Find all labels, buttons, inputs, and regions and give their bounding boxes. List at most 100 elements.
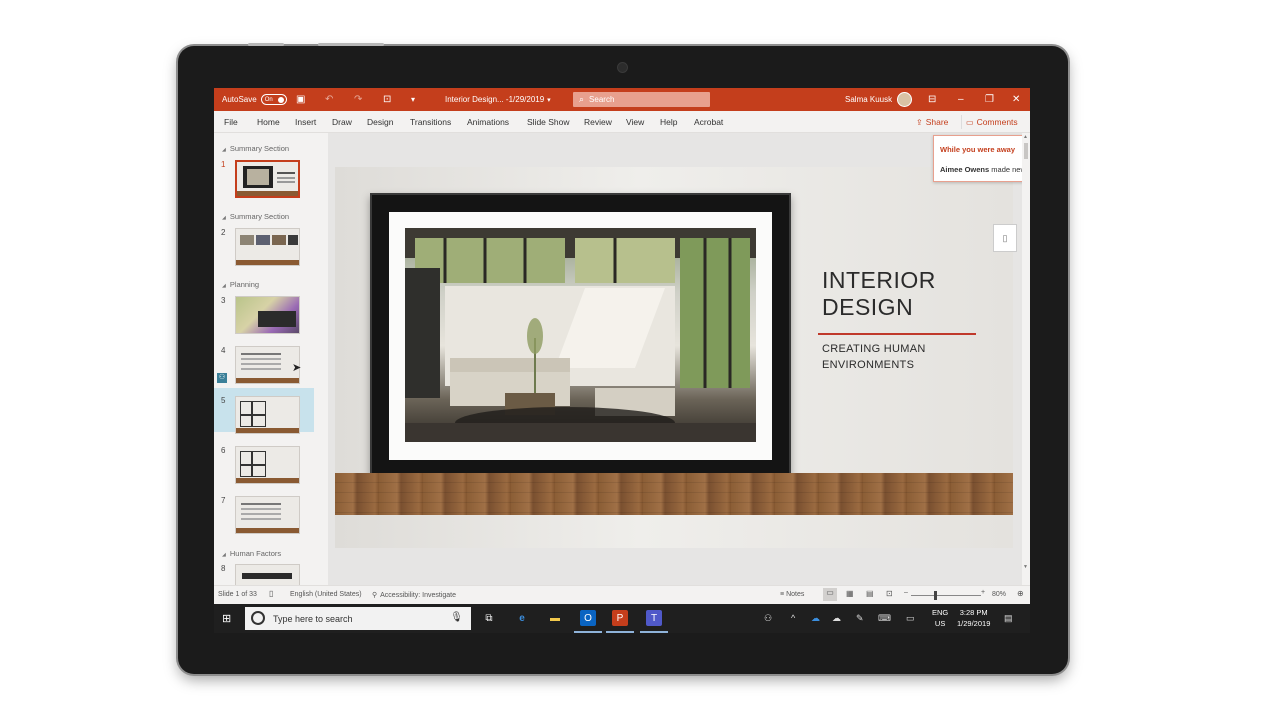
scroll-thumb[interactable] [1024, 143, 1028, 159]
reading-view-icon[interactable]: ▤ [866, 589, 874, 598]
slide-thumbnail-8[interactable] [235, 564, 300, 585]
input-language[interactable]: ENG US [932, 607, 948, 629]
section-header[interactable]: Summary Section [222, 212, 289, 221]
tab-slide-show[interactable]: Slide Show [527, 117, 570, 127]
slide-show-icon[interactable]: ⊡ [886, 589, 893, 598]
restore-icon[interactable]: ❐ [985, 88, 994, 111]
edge-browser-icon[interactable]: e [514, 610, 530, 626]
thumb-title-block [258, 311, 296, 327]
notes-label: Notes [786, 591, 805, 598]
ribbon-display-icon[interactable]: ⊟ [928, 88, 936, 111]
present-icon[interactable]: ⊡ [383, 88, 391, 111]
picture-frame[interactable] [370, 193, 791, 479]
title-underline [818, 333, 976, 335]
document-title[interactable]: Interior Design... -1/29/2019 ▾ [445, 88, 551, 111]
user-name[interactable]: Salma Kuusk [845, 88, 892, 111]
customize-toolbar-icon[interactable]: ▾ [411, 88, 415, 111]
language-status[interactable]: English (United States) [290, 591, 362, 598]
input-language-code: ENG [932, 608, 949, 617]
minimize-icon[interactable]: – [958, 88, 964, 111]
scroll-up-icon[interactable]: ▲ [1023, 134, 1028, 140]
slide-thumbnail-pane[interactable]: Summary Section 1 Summary Section 2 Plan… [214, 133, 328, 585]
tab-help[interactable]: Help [660, 117, 677, 127]
powerpoint-icon[interactable]: P [606, 610, 634, 633]
slide-thumbnail-5[interactable] [235, 396, 300, 434]
slide-thumbnail-6[interactable] [235, 446, 300, 484]
onedrive-icon[interactable]: ☁ [811, 613, 820, 624]
autosave-toggle[interactable]: On [260, 94, 287, 105]
zoom-slider[interactable] [911, 595, 981, 596]
zoom-out-icon[interactable]: – [904, 589, 908, 596]
normal-view-icon[interactable]: ▭ [823, 588, 837, 601]
tab-transitions[interactable]: Transitions [410, 117, 451, 127]
slide-title[interactable]: INTERIOR DESIGN [822, 267, 936, 321]
tab-draw[interactable]: Draw [332, 117, 352, 127]
search-placeholder: Search [589, 95, 615, 104]
tab-home[interactable]: Home [257, 117, 280, 127]
input-language-region: US [934, 619, 946, 628]
microphone-icon[interactable]: 🎙 [450, 612, 463, 623]
system-clock[interactable]: 3:28 PM 1/29/2019 [957, 607, 990, 629]
autosave-control[interactable]: AutoSave On [222, 88, 287, 111]
tab-design[interactable]: Design [367, 117, 393, 127]
zoom-percent[interactable]: 80% [992, 591, 1006, 598]
accessibility-status[interactable]: ⚲ Accessibility: Investigate [372, 591, 456, 599]
save-icon[interactable]: ▣ [296, 88, 305, 111]
share-label: Share [925, 117, 949, 127]
show-hidden-icons-icon[interactable]: ^ [791, 613, 795, 623]
zoom-slider-thumb[interactable] [934, 591, 938, 600]
notes-button[interactable]: ≡ Notes [780, 591, 804, 598]
teams-icon[interactable]: T [640, 610, 668, 633]
slide-count[interactable]: Slide 1 of 33 [218, 591, 257, 598]
section-header[interactable]: Human Factors [222, 549, 281, 558]
people-icon[interactable]: ⚇ [764, 613, 772, 624]
tab-view[interactable]: View [626, 117, 644, 127]
onedrive-personal-icon[interactable]: ☁ [832, 613, 841, 624]
action-center-icon[interactable]: ▤ [1004, 613, 1013, 624]
slide-editing-canvas[interactable]: INTERIOR DESIGN CREATING HUMAN ENVIRONME… [328, 133, 1030, 585]
tab-insert[interactable]: Insert [295, 117, 316, 127]
taskbar-search-box[interactable]: Type here to search 🎙 [245, 607, 471, 630]
pen-icon[interactable]: ✎ [856, 613, 864, 624]
share-button[interactable]: ⇪ Share [913, 115, 951, 129]
display-icon[interactable]: ▭ [906, 613, 915, 624]
slide-subtitle[interactable]: CREATING HUMAN ENVIRONMENTS [822, 341, 926, 373]
touch-keyboard-icon[interactable]: ⌨ [878, 613, 891, 624]
windows-start-icon[interactable]: ⊞ [222, 612, 231, 625]
zoom-in-icon[interactable]: + [981, 589, 985, 596]
title-dropdown-icon: ▾ [547, 96, 551, 104]
close-icon[interactable]: ✕ [1012, 88, 1020, 111]
undo-icon[interactable]: ↶ [325, 88, 333, 111]
slide-thumbnail-4[interactable] [235, 346, 300, 384]
search-box[interactable]: ⌕ Search [573, 92, 710, 107]
outlook-icon[interactable]: O [574, 610, 602, 633]
slide-thumbnail-1[interactable] [235, 160, 300, 198]
current-slide[interactable]: INTERIOR DESIGN CREATING HUMAN ENVIRONME… [335, 167, 1013, 548]
tab-acrobat[interactable]: Acrobat [694, 117, 723, 127]
tab-file[interactable]: File [224, 117, 238, 127]
slide-number: 4 [221, 346, 226, 355]
thumb-floorplan [240, 401, 266, 427]
fit-to-window-icon[interactable]: ⊕ [1017, 589, 1024, 598]
redo-icon[interactable]: ↷ [354, 88, 362, 111]
tab-animations[interactable]: Animations [467, 117, 509, 127]
slide-thumbnail-3[interactable] [235, 296, 300, 334]
thumb-floor [236, 528, 299, 533]
slide-thumbnail-2[interactable] [235, 228, 300, 266]
user-account[interactable] [897, 88, 912, 111]
section-header[interactable]: Summary Section [222, 144, 289, 153]
scroll-down-icon[interactable]: ▼ [1023, 564, 1028, 570]
comments-button[interactable]: ▭ Comments [961, 115, 1021, 129]
design-ideas-icon[interactable]: ▯ [993, 224, 1017, 252]
while-you-were-away-notification[interactable]: While you were away ✕ Aimee Owens made n… [933, 135, 1030, 182]
slide-sorter-icon[interactable]: ▦ [846, 589, 854, 598]
cortana-icon [251, 611, 265, 625]
vertical-scrollbar[interactable]: ▲ ▼ [1022, 133, 1030, 585]
file-explorer-icon[interactable]: ▬ [547, 610, 563, 626]
section-header[interactable]: Planning [222, 280, 259, 289]
slide-thumbnail-7[interactable] [235, 496, 300, 534]
tab-review[interactable]: Review [584, 117, 612, 127]
taskbar-search-placeholder: Type here to search [273, 613, 353, 624]
task-view-icon[interactable]: ⧉ [481, 610, 497, 626]
spelling-icon[interactable]: ▯ [269, 589, 273, 598]
